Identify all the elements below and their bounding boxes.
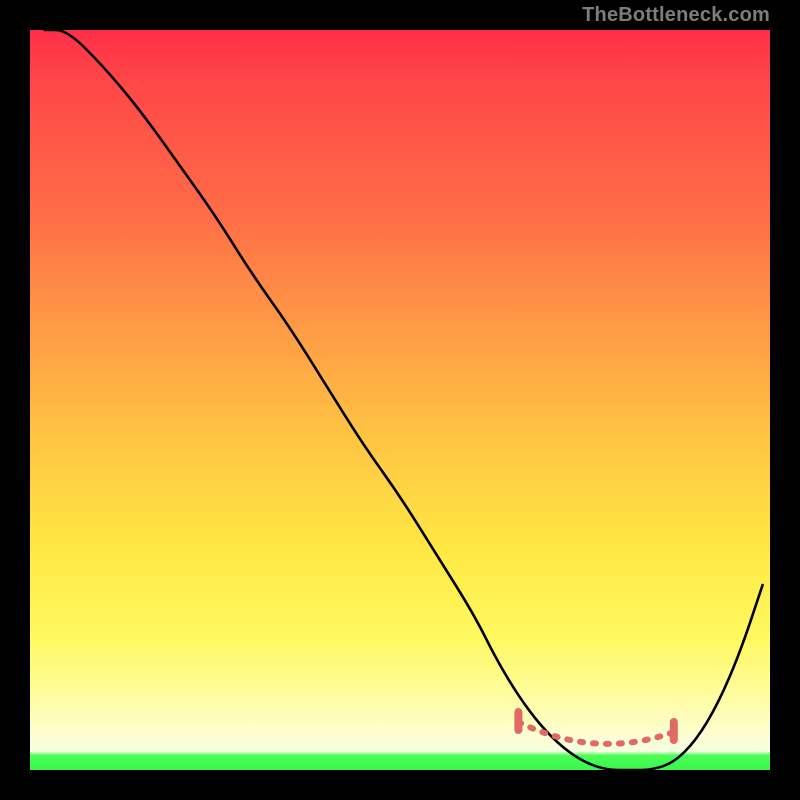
watermark-text: TheBottleneck.com (582, 4, 770, 27)
curve-group (45, 30, 763, 770)
bottleneck-curve-svg (30, 30, 770, 770)
chart-frame: TheBottleneck.com (0, 0, 800, 800)
plot-area (30, 30, 770, 770)
bottleneck-curve (45, 30, 763, 770)
